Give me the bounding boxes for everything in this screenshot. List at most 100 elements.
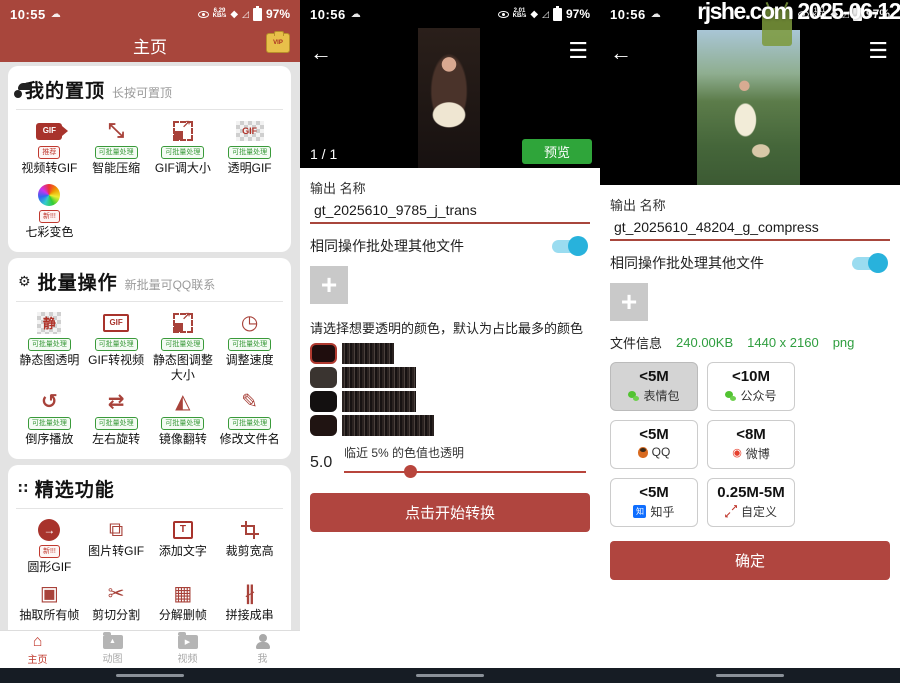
tool-smart-compress[interactable]: ⤡ 可批量处理 智能压缩 xyxy=(83,118,150,176)
tool-gif-resize[interactable]: 可批量处理 GIF调大小 xyxy=(150,118,217,176)
tool-static-transparent[interactable]: 静 可批量处理 静态图透明 xyxy=(16,310,83,383)
tolerance-slider[interactable] xyxy=(344,465,590,479)
color-row[interactable] xyxy=(310,367,590,388)
tool-static-resize[interactable]: 可批量处理 静态图调整大小 xyxy=(150,310,217,383)
badge-batch: 可批量处理 xyxy=(228,146,271,159)
tool-gif-to-video[interactable]: GIF 可批量处理 GIF转视频 xyxy=(83,310,150,383)
output-name-label: 输出 名称 xyxy=(310,178,590,197)
watermark-text: rjshe.com 2025-06-12 xyxy=(697,0,900,25)
wechat-icon xyxy=(725,391,736,401)
confirm-button[interactable]: 确定 xyxy=(610,541,890,580)
battery-percent: 97% xyxy=(566,7,590,21)
preview-image[interactable] xyxy=(697,30,800,185)
crop-icon xyxy=(241,521,259,539)
resize-icon xyxy=(173,121,193,141)
tool-crop[interactable]: 裁剪宽高 xyxy=(216,517,283,575)
menu-button[interactable]: ☰ xyxy=(568,38,588,64)
bottom-navigation: ⌂ 主页 ▲ 动图 ▶ 视频 我 xyxy=(0,630,300,668)
output-name-input[interactable]: gt_2025610_48204_g_compress xyxy=(610,217,890,241)
file-format: png xyxy=(833,335,855,350)
back-button[interactable]: ← xyxy=(610,40,632,66)
home-indicator[interactable] xyxy=(716,674,784,677)
tool-reverse-play[interactable]: ↺ 可批量处理 倒序播放 xyxy=(16,389,83,447)
tool-mirror-flip[interactable]: ◭ 可批量处理 镜像翻转 xyxy=(150,389,217,447)
batch-section: ⚙ 批量操作 新批量可QQ联系 静 可批量处理 静态图透明 GIF 可批量处理 … xyxy=(8,258,291,459)
file-info-label: 文件信息 xyxy=(610,333,662,352)
resize-icon xyxy=(173,313,193,333)
tool-extract-frames[interactable]: ▣ 抽取所有帧 xyxy=(16,581,83,623)
preset-wechat-official[interactable]: <10M 公众号 xyxy=(707,362,795,411)
color-row[interactable] xyxy=(310,343,590,364)
color-row[interactable] xyxy=(310,415,590,436)
color-row[interactable] xyxy=(310,391,590,412)
color-swatch[interactable] xyxy=(310,367,337,388)
tool-add-text[interactable]: T 添加文字 xyxy=(150,517,217,575)
tab-home[interactable]: ⌂ 主页 xyxy=(0,631,75,668)
clock: 10:56 xyxy=(310,7,346,22)
preset-grid: <5M 表情包 <10M 公众号 <5M QQ <8M ◉微博 <5M 知知乎 … xyxy=(610,362,890,527)
preset-qq[interactable]: <5M QQ xyxy=(610,420,698,469)
tool-rename-file[interactable]: ✎ 可批量处理 修改文件名 xyxy=(216,389,283,447)
color-swatch[interactable] xyxy=(310,343,337,364)
tool-rainbow-color[interactable]: 新!!! 七彩变色 xyxy=(16,182,83,240)
transparent-gif-icon: GIF xyxy=(236,121,264,141)
batch-toggle[interactable] xyxy=(852,257,886,270)
preset-wechat-sticker[interactable]: <5M 表情包 xyxy=(610,362,698,411)
tab-videos[interactable]: ▶ 视频 xyxy=(150,631,225,668)
tab-gifs[interactable]: ▲ 动图 xyxy=(75,631,150,668)
tool-rotate[interactable]: ⇄ 可批量处理 左右旋转 xyxy=(83,389,150,447)
battery-icon xyxy=(253,8,262,21)
batch-toggle[interactable] xyxy=(552,240,586,253)
tool-circle-gif[interactable]: → 新!!! 圆形GIF xyxy=(16,517,83,575)
video-folder-icon: ▶ xyxy=(178,635,198,649)
signal-icon: ◿ xyxy=(542,9,549,20)
start-convert-button[interactable]: 点击开始转换 xyxy=(310,493,590,532)
pinned-section: 我的置顶 长按可置顶 GIF 推荐 视频转GIF ⤡ 可批量处理 智能压缩 可批… xyxy=(8,66,291,252)
section-title-pinned: 我的置顶 xyxy=(25,76,105,103)
vip-icon[interactable]: VIP xyxy=(266,33,290,53)
tool-cut-split[interactable]: ✂ 剪切分割 xyxy=(83,581,150,623)
tool-transparent-gif[interactable]: GIF 可批量处理 透明GIF xyxy=(216,118,283,176)
speed-gauge-icon: ◷ xyxy=(241,310,258,336)
preview-button[interactable]: 预览 xyxy=(522,139,592,164)
back-button[interactable]: ← xyxy=(310,40,332,66)
slider-track[interactable] xyxy=(344,471,586,473)
page-title: 主页 xyxy=(10,33,290,58)
tool-delete-frames[interactable]: ▦ 分解删帧 xyxy=(150,581,217,623)
weather-icon: ☁ xyxy=(51,9,61,20)
file-info-row: 文件信息 240.00KB 1440 x 2160 png xyxy=(610,333,890,352)
color-swatch[interactable] xyxy=(310,415,337,436)
scissors-icon: ✂ xyxy=(108,581,125,607)
rotate-icon: ⇄ xyxy=(108,389,125,415)
home-indicator[interactable] xyxy=(416,674,484,677)
eye-icon xyxy=(198,11,209,18)
weather-icon: ☁ xyxy=(651,9,661,20)
tool-image-to-gif[interactable]: ⧉ 图片转GIF xyxy=(83,517,150,575)
delete-frame-icon: ▦ xyxy=(173,581,192,607)
menu-button[interactable]: ☰ xyxy=(868,38,888,64)
network-speed: 2.01KB/s xyxy=(513,9,527,19)
section-note-pinned: 长按可置顶 xyxy=(112,84,172,101)
gif-folder-icon: ▲ xyxy=(103,635,123,649)
custom-arrows-icon: ↗↙ xyxy=(725,506,737,518)
preset-custom[interactable]: 0.25M-5M ↗↙自定义 xyxy=(707,478,795,527)
preset-weibo[interactable]: <8M ◉微博 xyxy=(707,420,795,469)
tool-concatenate[interactable]: ∦ 拼接成串 xyxy=(216,581,283,623)
add-file-button[interactable]: + xyxy=(310,266,348,304)
preset-zhihu[interactable]: <5M 知知乎 xyxy=(610,478,698,527)
home-indicator[interactable] xyxy=(116,674,184,677)
tool-video-to-gif[interactable]: GIF 推荐 视频转GIF xyxy=(16,118,83,176)
add-file-button[interactable]: + xyxy=(610,283,648,321)
tool-adjust-speed[interactable]: ◷ 可批量处理 调整速度 xyxy=(216,310,283,383)
tab-me[interactable]: 我 xyxy=(225,631,300,668)
weather-icon: ☁ xyxy=(351,9,361,20)
preview-image[interactable] xyxy=(418,28,480,168)
tolerance-value: 5.0 xyxy=(310,444,344,479)
output-name-input[interactable]: gt_2025610_9785_j_trans xyxy=(310,200,590,224)
color-swatch[interactable] xyxy=(310,391,337,412)
status-bar-left: 10:55 ☁ 6.29KB/s ◆ ◿ 97% xyxy=(0,0,300,28)
color-select-hint: 请选择想要透明的颜色，默认为占比最多的颜色 xyxy=(310,318,590,337)
zhihu-icon: 知 xyxy=(633,505,646,518)
weibo-icon: ◉ xyxy=(732,448,742,459)
slider-thumb[interactable] xyxy=(404,465,417,478)
